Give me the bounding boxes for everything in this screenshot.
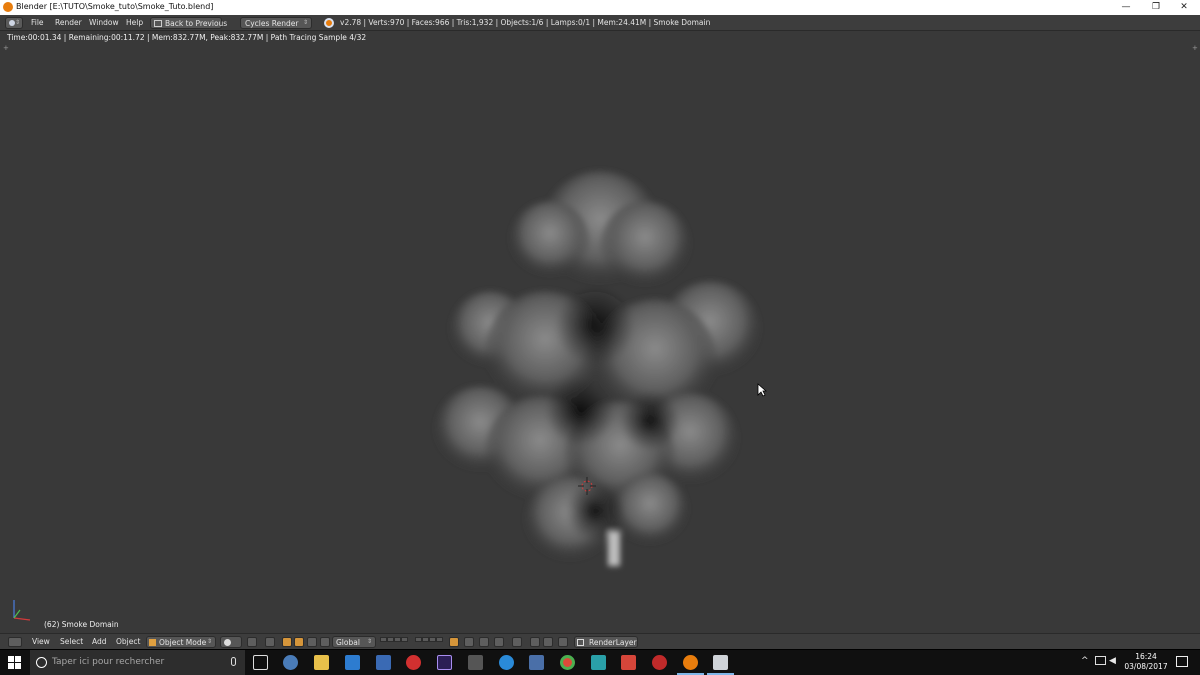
app-icon[interactable] (468, 655, 483, 670)
render-engine-dropdown[interactable]: Cycles Render ⇕ (240, 17, 312, 29)
active-object-label: (62) Smoke Domain (44, 620, 119, 629)
mode-dropdown[interactable]: Object Mode ⇕ (146, 636, 216, 648)
render-layer-dropdown[interactable]: RenderLayer (574, 636, 638, 648)
opengl-render-anim-button[interactable] (543, 637, 553, 647)
chevron-updown-icon: ⇕ (206, 638, 212, 645)
info-header: ⇕ File Render Window Help Back to Previo… (0, 15, 1200, 31)
layer-button[interactable] (422, 637, 429, 642)
area-split-corner[interactable]: + (1192, 44, 1198, 52)
layer-button[interactable] (387, 637, 394, 642)
layer-button[interactable] (436, 637, 443, 642)
render-status: Time:00:01.34 | Remaining:00:11.72 | Mem… (7, 33, 367, 42)
screen-icon (154, 20, 162, 27)
window-title: Blender [E:\TUTO\Smoke_tuto\Smoke_Tuto.b… (16, 2, 214, 11)
chevron-updown-icon: ⇕ (366, 638, 372, 645)
snap-target-button[interactable] (512, 637, 522, 647)
pivot-point-button[interactable] (247, 637, 257, 647)
app-icon[interactable] (652, 655, 667, 670)
menu-object[interactable]: Object (116, 637, 140, 646)
chrome-icon[interactable] (560, 655, 575, 670)
snap-button[interactable] (479, 637, 489, 647)
minimize-button[interactable]: — (1110, 0, 1142, 15)
mail-icon[interactable] (345, 655, 360, 670)
app-icon[interactable] (499, 655, 514, 670)
scene-stats: v2.78 | Verts:970 | Faces:966 | Tris:1,9… (340, 18, 711, 27)
lock-camera-button[interactable] (449, 637, 459, 647)
windows-start-icon[interactable] (8, 656, 22, 669)
smoke-render (435, 171, 760, 566)
tray-chevron-icon[interactable]: ^ (1081, 656, 1089, 666)
scale-manipulator-button[interactable] (307, 637, 317, 647)
file-explorer-icon[interactable] (314, 655, 329, 670)
back-to-previous-label: Back to Previous (165, 19, 228, 28)
mode-label: Object Mode (159, 638, 207, 647)
blender-logo-icon (324, 18, 334, 28)
editor-type-button[interactable] (8, 637, 22, 647)
menu-add[interactable]: Add (92, 637, 107, 646)
app-icon[interactable] (591, 655, 606, 670)
back-to-previous-button[interactable]: Back to Previous (150, 17, 227, 29)
cube-icon (149, 639, 156, 646)
chevron-updown-icon: ⇕ (14, 19, 20, 26)
app-icon[interactable] (529, 655, 544, 670)
volume-icon[interactable]: ◀ (1109, 656, 1116, 666)
sphere-shading-icon (224, 639, 231, 646)
cortana-icon (36, 657, 47, 668)
app-icon[interactable] (283, 655, 298, 670)
pause-render-button[interactable] (558, 637, 568, 647)
manipulator-toggle[interactable] (265, 637, 275, 647)
render-layer-label: RenderLayer (589, 638, 637, 647)
windows-taskbar: Taper ici pour rechercher ^ ◀ 16:24 03/0… (0, 650, 1200, 675)
3d-viewport[interactable]: Time:00:01.34 | Remaining:00:11.72 | Mem… (0, 31, 1200, 633)
after-effects-icon[interactable] (437, 655, 452, 670)
axis-gizmo-icon (13, 600, 31, 621)
3d-cursor-icon (578, 477, 596, 495)
layer-button[interactable] (394, 637, 401, 642)
clock-date: 03/08/2017 (1124, 662, 1168, 671)
proportional-edit-button[interactable] (464, 637, 474, 647)
area-split-corner[interactable]: + (3, 44, 9, 52)
app-icon[interactable] (406, 655, 421, 670)
menu-view[interactable]: View (32, 637, 50, 646)
layer-button[interactable] (380, 637, 387, 642)
rotate-manipulator-button[interactable] (294, 637, 304, 647)
app-icon[interactable] (621, 655, 636, 670)
blender-icon[interactable] (677, 655, 704, 675)
menu-render[interactable]: Render (55, 18, 82, 27)
opengl-render-button[interactable] (530, 637, 540, 647)
translate-manipulator-button[interactable] (282, 637, 292, 647)
task-view-icon[interactable] (253, 655, 268, 670)
shading-dropdown[interactable] (220, 636, 242, 648)
close-button[interactable]: ✕ (1168, 0, 1200, 15)
layer-button[interactable] (415, 637, 422, 642)
editor-type-button[interactable]: ⇕ (5, 17, 23, 29)
orientation-label: Global (336, 638, 360, 647)
microphone-icon[interactable] (231, 657, 236, 666)
notification-icon[interactable] (1176, 656, 1188, 667)
render-layer-icon (577, 639, 584, 646)
clock-time: 16:24 (1135, 652, 1157, 661)
snap-element-button[interactable] (494, 637, 504, 647)
app-icon[interactable] (707, 655, 734, 675)
menu-file[interactable]: File (31, 18, 44, 27)
render-engine-label: Cycles Render (245, 19, 299, 28)
network-icon[interactable] (1095, 656, 1106, 665)
taskbar-clock[interactable]: 16:24 03/08/2017 (1120, 652, 1172, 672)
layer-button[interactable] (401, 637, 408, 642)
taskbar-search[interactable]: Taper ici pour rechercher (30, 650, 245, 675)
chevron-updown-icon: ⇕ (302, 19, 308, 26)
menu-select[interactable]: Select (60, 637, 83, 646)
app-icon[interactable] (376, 655, 391, 670)
orientation-dropdown[interactable]: Global ⇕ (332, 636, 376, 648)
mouse-pointer-icon (757, 383, 767, 397)
search-placeholder: Taper ici pour rechercher (52, 657, 165, 667)
layer-button[interactable] (429, 637, 436, 642)
menu-help[interactable]: Help (126, 18, 143, 27)
3d-view-header: View Select Add Object Object Mode ⇕ Glo… (0, 633, 1200, 649)
manipulator-arrow-button[interactable] (320, 637, 330, 647)
blender-logo-icon (3, 2, 13, 12)
window-titlebar: Blender [E:\TUTO\Smoke_tuto\Smoke_Tuto.b… (0, 0, 1200, 15)
menu-window[interactable]: Window (89, 18, 119, 27)
